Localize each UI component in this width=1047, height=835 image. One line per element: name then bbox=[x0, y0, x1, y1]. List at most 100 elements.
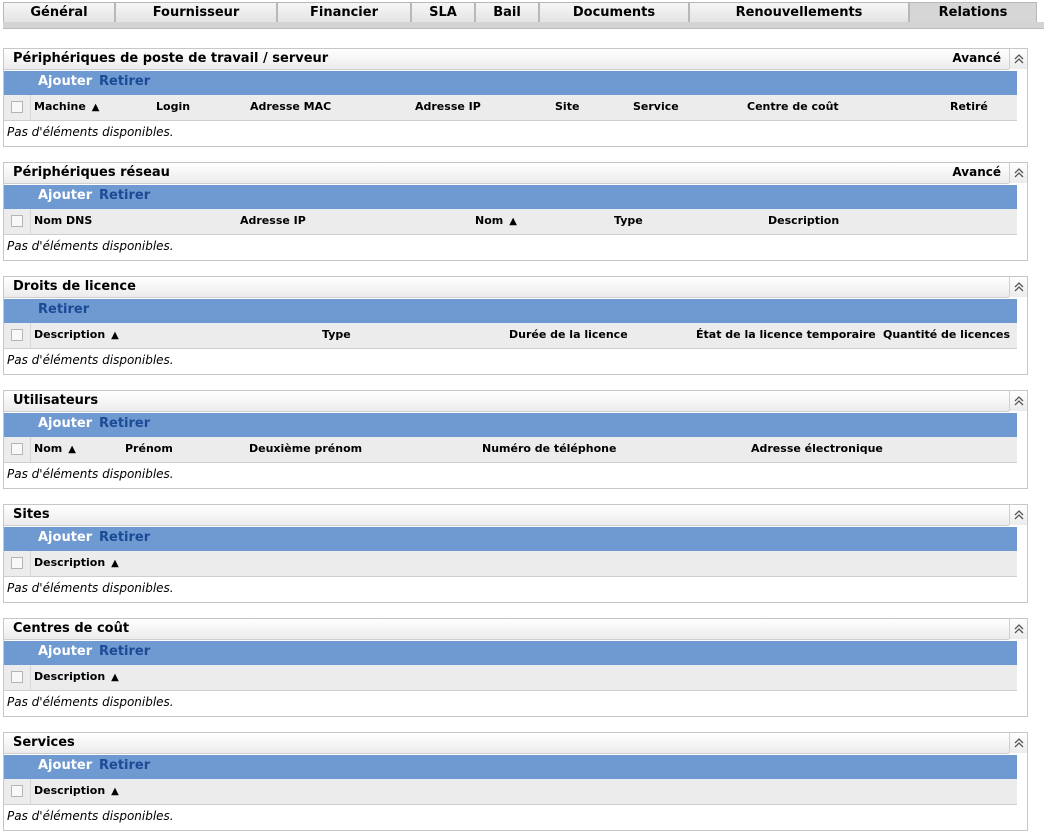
collapse-icon[interactable] bbox=[1009, 391, 1027, 411]
tab-bar: Général Fournisseur Financier SLA Bail D… bbox=[3, 0, 1044, 24]
section-cost-centers: Centres de coût Ajouter Retirer Descript… bbox=[3, 618, 1028, 717]
tab-general[interactable]: Général bbox=[3, 2, 115, 22]
sort-asc-icon[interactable]: ▲ bbox=[92, 102, 100, 113]
column-divider bbox=[30, 209, 31, 234]
add-button[interactable]: Ajouter bbox=[38, 644, 92, 659]
section-workstation-devices: Périphériques de poste de travail / serv… bbox=[3, 48, 1028, 147]
column-divider bbox=[30, 95, 31, 120]
select-all-checkbox[interactable] bbox=[11, 215, 23, 227]
column-header-description[interactable]: Description ▲ bbox=[34, 784, 119, 797]
column-header-label: Description bbox=[34, 784, 106, 797]
column-header-last-name[interactable]: Nom ▲ bbox=[34, 442, 76, 455]
column-header-type[interactable]: Type bbox=[614, 214, 643, 227]
column-header-cost-center[interactable]: Centre de coût bbox=[747, 100, 839, 113]
empty-message: Pas d'éléments disponibles. bbox=[7, 239, 174, 253]
column-divider bbox=[30, 551, 31, 576]
column-header-temp-license-state[interactable]: État de la licence temporaire bbox=[696, 328, 876, 341]
empty-message: Pas d'éléments disponibles. bbox=[7, 581, 174, 595]
tab-lease[interactable]: Bail bbox=[475, 2, 539, 22]
select-all-checkbox[interactable] bbox=[11, 101, 23, 113]
sort-asc-icon[interactable]: ▲ bbox=[509, 216, 517, 227]
select-all-checkbox[interactable] bbox=[11, 557, 23, 569]
tab-documents[interactable]: Documents bbox=[539, 2, 689, 22]
remove-button[interactable]: Retirer bbox=[99, 416, 150, 431]
column-header-mac-address[interactable]: Adresse MAC bbox=[250, 100, 331, 113]
action-bar: Ajouter Retirer bbox=[4, 71, 1017, 95]
remove-button[interactable]: Retirer bbox=[99, 188, 150, 203]
add-button[interactable]: Ajouter bbox=[38, 74, 92, 89]
section-header: Périphériques de poste de travail / serv… bbox=[4, 49, 1009, 70]
empty-message: Pas d'éléments disponibles. bbox=[7, 125, 174, 139]
table-header: Description ▲ bbox=[4, 551, 1017, 577]
action-bar: Ajouter Retirer bbox=[4, 527, 1017, 551]
column-divider bbox=[30, 779, 31, 804]
collapse-icon[interactable] bbox=[1009, 505, 1027, 525]
table-header: Description ▲ bbox=[4, 665, 1017, 691]
action-bar: Retirer bbox=[4, 299, 1017, 323]
column-header-site[interactable]: Site bbox=[555, 100, 579, 113]
add-button[interactable]: Ajouter bbox=[38, 530, 92, 545]
column-header-login[interactable]: Login bbox=[156, 100, 190, 113]
select-all-checkbox[interactable] bbox=[11, 443, 23, 455]
column-header-dns-name[interactable]: Nom DNS bbox=[34, 214, 92, 227]
sort-asc-icon[interactable]: ▲ bbox=[68, 444, 76, 455]
section-title: Périphériques réseau bbox=[13, 165, 170, 180]
column-header-service[interactable]: Service bbox=[633, 100, 679, 113]
column-header-email[interactable]: Adresse électronique bbox=[751, 442, 883, 455]
column-header-type[interactable]: Type bbox=[322, 328, 351, 341]
tab-financial[interactable]: Financier bbox=[277, 2, 411, 22]
column-header-machine[interactable]: Machine ▲ bbox=[34, 100, 100, 113]
tab-supplier[interactable]: Fournisseur bbox=[115, 2, 277, 22]
remove-button[interactable]: Retirer bbox=[99, 530, 150, 545]
column-header-license-duration[interactable]: Durée de la licence bbox=[509, 328, 628, 341]
section-title: Centres de coût bbox=[13, 621, 130, 636]
section-network-devices: Périphériques réseau Avancé Ajouter Reti… bbox=[3, 162, 1028, 261]
collapse-icon[interactable] bbox=[1009, 49, 1027, 69]
select-all-checkbox[interactable] bbox=[11, 329, 23, 341]
column-header-description[interactable]: Description ▲ bbox=[34, 670, 119, 683]
collapse-icon[interactable] bbox=[1009, 619, 1027, 639]
add-button[interactable]: Ajouter bbox=[38, 758, 92, 773]
remove-button[interactable]: Retirer bbox=[99, 74, 150, 89]
column-header-label: Nom bbox=[475, 214, 504, 227]
column-header-middle-name[interactable]: Deuxième prénom bbox=[249, 442, 362, 455]
sort-asc-icon[interactable]: ▲ bbox=[111, 786, 119, 797]
tab-relations[interactable]: Relations bbox=[909, 2, 1037, 22]
add-button[interactable]: Ajouter bbox=[38, 188, 92, 203]
section-header: Services bbox=[4, 733, 1009, 754]
collapse-icon[interactable] bbox=[1009, 163, 1027, 183]
column-header-name[interactable]: Nom ▲ bbox=[475, 214, 517, 227]
column-header-phone[interactable]: Numéro de téléphone bbox=[482, 442, 616, 455]
advanced-link[interactable]: Avancé bbox=[952, 51, 1001, 65]
section-title: Périphériques de poste de travail / serv… bbox=[13, 51, 329, 66]
column-header-first-name[interactable]: Prénom bbox=[125, 442, 173, 455]
column-header-description[interactable]: Description bbox=[768, 214, 839, 227]
add-button[interactable]: Ajouter bbox=[38, 416, 92, 431]
select-all-checkbox[interactable] bbox=[11, 671, 23, 683]
sort-asc-icon[interactable]: ▲ bbox=[111, 558, 119, 569]
collapse-icon[interactable] bbox=[1009, 733, 1027, 753]
remove-button[interactable]: Retirer bbox=[99, 644, 150, 659]
remove-button[interactable]: Retirer bbox=[99, 758, 150, 773]
column-header-description[interactable]: Description ▲ bbox=[34, 328, 119, 341]
remove-button[interactable]: Retirer bbox=[38, 302, 89, 317]
action-bar: Ajouter Retirer bbox=[4, 641, 1017, 665]
advanced-link[interactable]: Avancé bbox=[952, 165, 1001, 179]
column-header-ip-address[interactable]: Adresse IP bbox=[240, 214, 306, 227]
section-header: Utilisateurs bbox=[4, 391, 1009, 412]
column-header-retired[interactable]: Retiré bbox=[950, 100, 988, 113]
sort-asc-icon[interactable]: ▲ bbox=[111, 672, 119, 683]
section-header: Périphériques réseau Avancé bbox=[4, 163, 1009, 184]
column-header-license-quantity[interactable]: Quantité de licences bbox=[883, 328, 1010, 341]
tab-sla[interactable]: SLA bbox=[411, 2, 475, 22]
empty-message: Pas d'éléments disponibles. bbox=[7, 467, 174, 481]
select-all-checkbox[interactable] bbox=[11, 785, 23, 797]
column-header-description[interactable]: Description ▲ bbox=[34, 556, 119, 569]
sort-asc-icon[interactable]: ▲ bbox=[111, 330, 119, 341]
collapse-icon[interactable] bbox=[1009, 277, 1027, 297]
column-header-label: Description bbox=[34, 556, 106, 569]
column-divider bbox=[30, 437, 31, 462]
tab-renewals[interactable]: Renouvellements bbox=[689, 2, 909, 22]
column-header-label: Nom bbox=[34, 442, 63, 455]
column-header-ip-address[interactable]: Adresse IP bbox=[415, 100, 481, 113]
